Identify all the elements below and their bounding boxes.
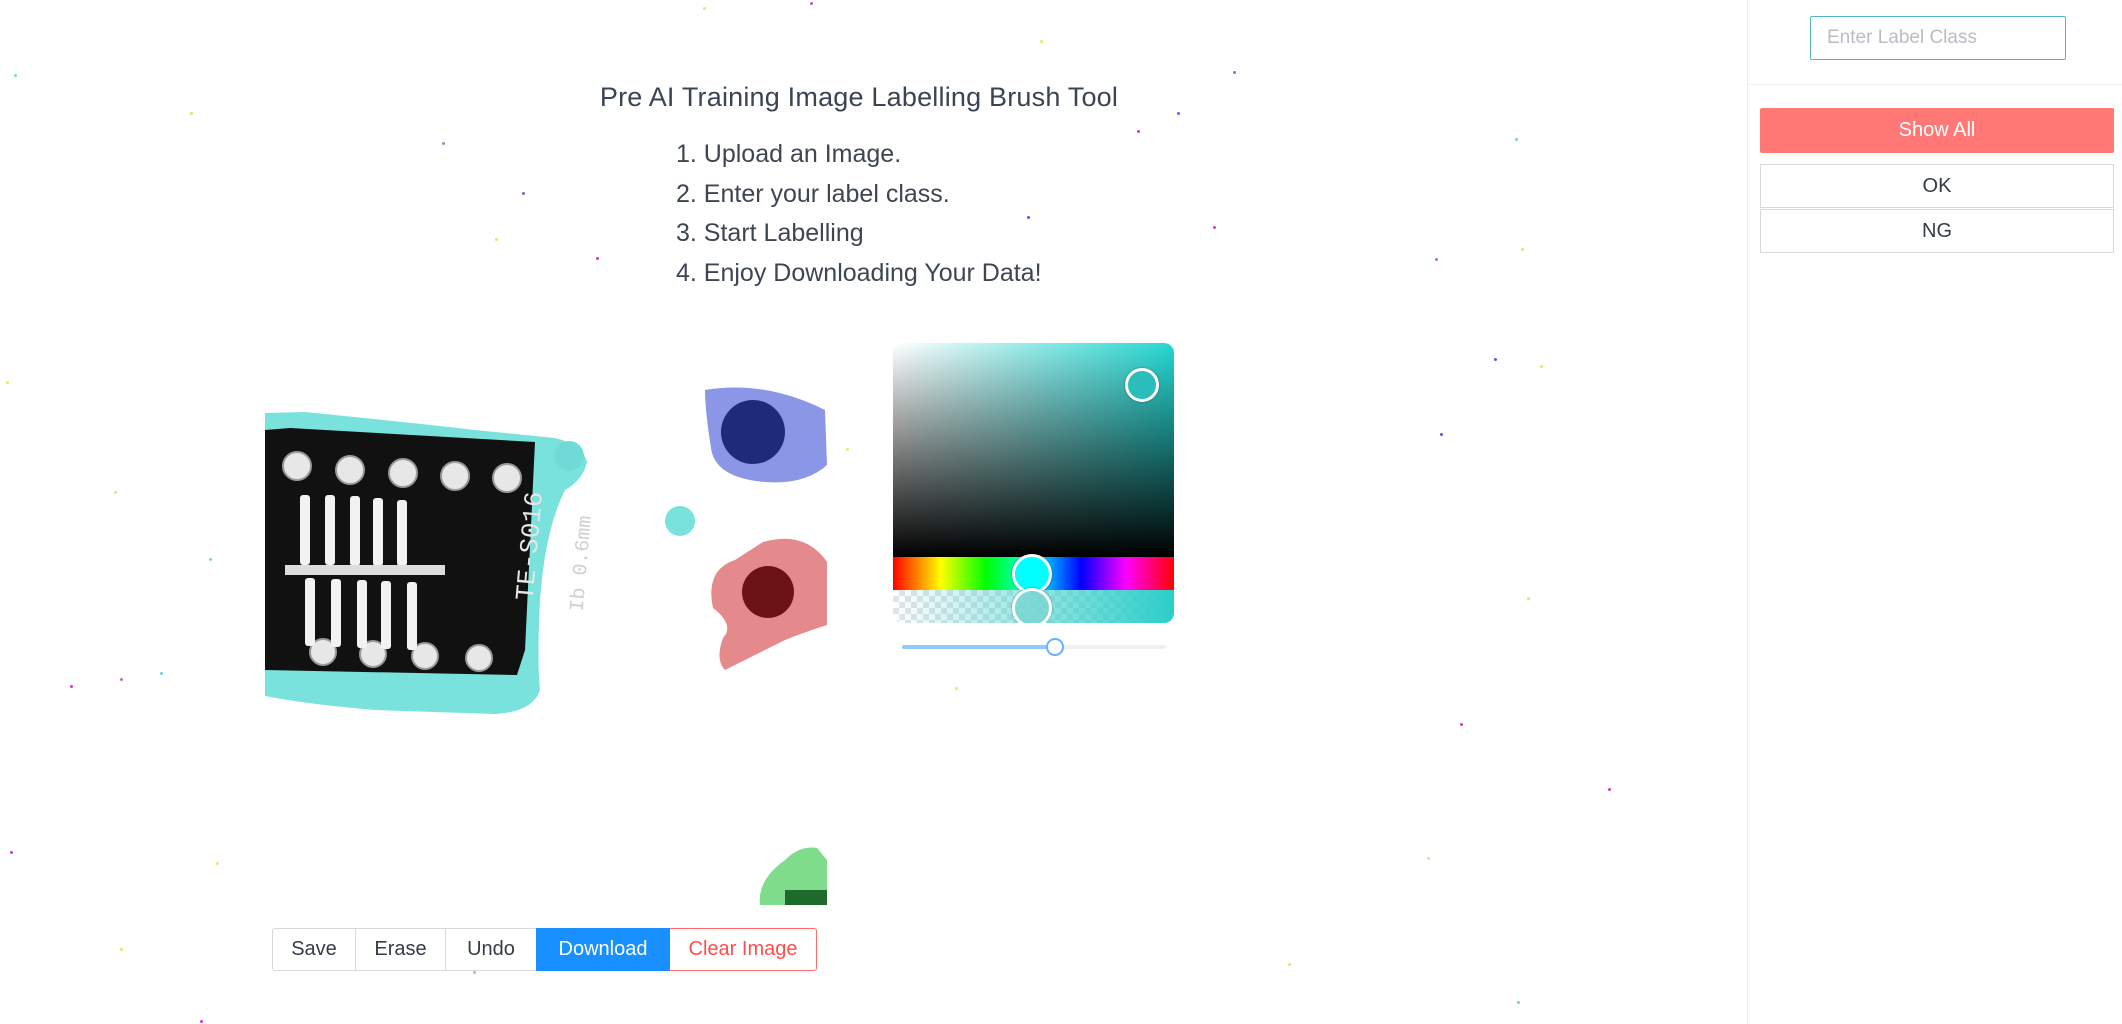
drawing-canvas[interactable]: TE-S016 Ib 0.6mm [265,370,827,905]
erase-button[interactable]: Erase [355,928,446,971]
color-picker[interactable] [893,343,1174,623]
sidebar-header [1748,0,2122,85]
saturation-handle[interactable] [1125,368,1159,402]
slider-track [902,645,1056,649]
page-title: Pre AI Training Image Labelling Brush To… [599,82,1119,112]
label-sidebar: Show All OK NG [1747,0,2122,1024]
show-all-button[interactable]: Show All [1760,108,2114,153]
canvas-drawing: TE-S016 Ib 0.6mm [265,387,827,905]
label-class-item-ok[interactable]: OK [1760,164,2114,208]
step-item: 3. Start Labelling [676,219,864,247]
label-class-input[interactable] [1810,16,2066,60]
clear-image-button[interactable]: Clear Image [669,928,817,971]
undo-button[interactable]: Undo [445,928,537,971]
step-item: 2. Enter your label class. [676,179,950,208]
step-item: 1. Upload an Image. [676,140,902,168]
instruction-steps: 1. Upload an Image. 2. Enter your label … [676,135,1042,293]
brush-size-slider[interactable] [902,636,1166,656]
svg-text:Ib 0.6mm: Ib 0.6mm [567,515,598,613]
main-area: Pre AI Training Image Labelling Brush To… [0,0,1746,1024]
label-class-item-ng[interactable]: NG [1760,209,2114,253]
save-button[interactable]: Save [272,928,356,971]
download-button[interactable]: Download [536,928,670,971]
slider-thumb[interactable] [1046,638,1065,656]
step-item: 4. Enjoy Downloading Your Data! [676,258,1042,287]
alpha-handle[interactable] [1012,588,1052,623]
toolbar: Save Erase Undo Download Clear Image [272,928,817,971]
